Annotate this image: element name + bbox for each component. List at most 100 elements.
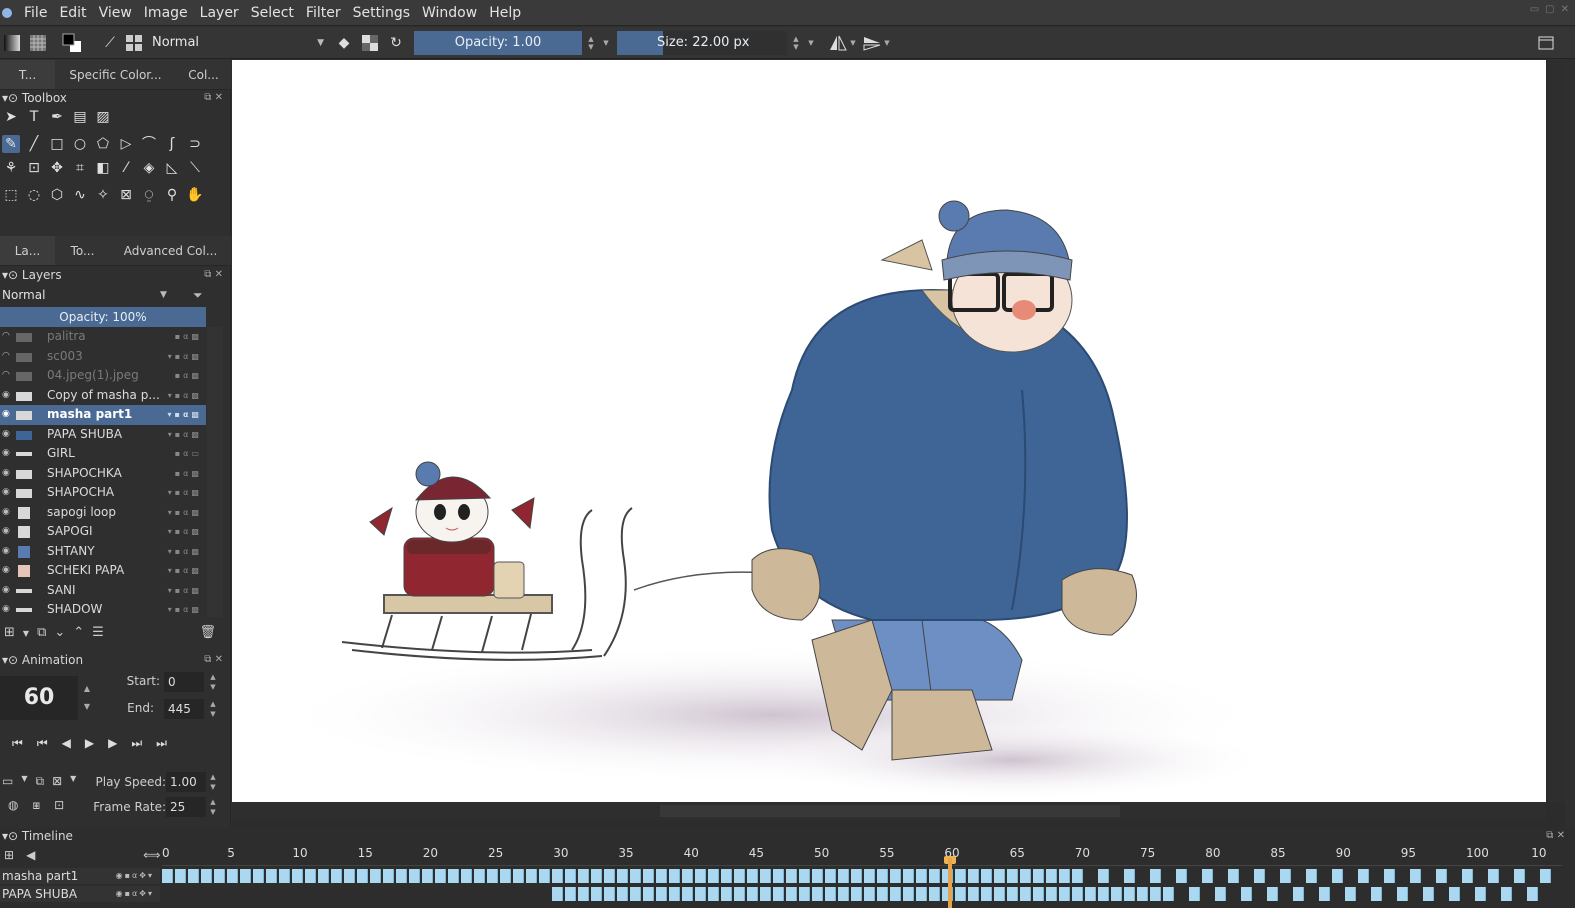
move-layer-up-icon[interactable]: ⌃ — [73, 625, 84, 643]
collapse-icon[interactable]: ▾⊙ — [2, 268, 18, 282]
timeline-frame-cell[interactable] — [903, 869, 914, 883]
track-flags-icon[interactable]: ◉▪α✥▾ — [116, 868, 154, 884]
timeline-frame-cell[interactable] — [695, 869, 706, 883]
bezier-icon[interactable]: ⌒ — [140, 135, 158, 153]
timeline-frame-cell[interactable] — [695, 887, 706, 901]
timeline-frame-cell[interactable] — [760, 887, 771, 901]
menu-edit[interactable]: Edit — [53, 0, 92, 26]
current-frame-field[interactable]: 60 — [0, 676, 78, 720]
timeline-frame-cell[interactable] — [669, 869, 680, 883]
timeline-frame-cell[interactable] — [526, 869, 537, 883]
layer-properties-icon[interactable]: ☰ — [92, 625, 104, 643]
timeline-frame-cell[interactable] — [539, 869, 550, 883]
layer-flags-icon[interactable]: ▾▪α▩ — [168, 581, 202, 601]
timeline-frame-cell[interactable] — [1345, 887, 1356, 901]
auto-key-icon[interactable]: ⊠ — [52, 774, 62, 789]
eraser-icon[interactable]: ◆ — [334, 33, 354, 53]
visibility-icon[interactable]: ◉ — [2, 386, 10, 406]
timeline-frame-cell[interactable] — [617, 887, 628, 901]
timeline-frame-cell[interactable] — [1527, 887, 1538, 901]
next-keyframe-icon[interactable]: ⏭ — [131, 736, 142, 751]
ellipse-select-icon[interactable]: ◌ — [25, 186, 43, 204]
timeline-frame-cell[interactable] — [786, 869, 797, 883]
timeline-frame-cell[interactable] — [955, 887, 966, 901]
timeline-frame-cell[interactable] — [994, 887, 1005, 901]
move-icon[interactable]: ✥ — [48, 159, 66, 177]
polyline-icon[interactable]: ▷ — [117, 135, 135, 153]
chevron-down-icon[interactable]: ▼ — [882, 39, 892, 47]
timeline-frame-cell[interactable] — [773, 869, 784, 883]
timeline-frame-cell[interactable] — [929, 887, 940, 901]
float-close-icon[interactable]: ⧉ ✕ — [204, 90, 223, 106]
layer-flags-icon[interactable]: ▾▪α▩ — [168, 522, 202, 542]
filter-icon[interactable]: ⏷ — [193, 286, 203, 304]
timeline-frame-cell[interactable] — [981, 887, 992, 901]
timeline-frame-cell[interactable] — [968, 887, 979, 901]
timeline-frame-cell[interactable] — [1501, 887, 1512, 901]
tab-tool-options[interactable]: T... — [0, 60, 55, 89]
first-frame-icon[interactable]: ⏮ — [12, 736, 23, 751]
layer-row[interactable]: ◉ SHTANY ▾▪α▩ — [0, 542, 206, 562]
layer-flags-icon[interactable]: ▾▪α▩ — [168, 503, 202, 523]
timeline-frame-cell[interactable] — [929, 869, 940, 883]
canvas-vertical-scrollbar[interactable] — [1548, 60, 1565, 802]
timeline-frame-cell[interactable] — [318, 869, 329, 883]
pattern-swatch-icon[interactable] — [28, 33, 48, 53]
contiguous-select-icon[interactable]: ✧ — [94, 186, 112, 204]
pan-icon[interactable]: ✋ — [186, 186, 204, 204]
timeline-frame-cell[interactable] — [1020, 887, 1031, 901]
layer-opacity-slider[interactable]: Opacity: 100% — [0, 307, 206, 327]
chevron-down-icon[interactable]: ▼ — [806, 39, 816, 47]
layers-scrollbar[interactable] — [207, 327, 223, 617]
gradient-swatch-icon[interactable] — [2, 33, 22, 53]
visibility-icon[interactable]: ◉ — [2, 600, 10, 620]
timeline-frame-cell[interactable] — [851, 869, 862, 883]
timeline-frame-cell[interactable] — [747, 887, 758, 901]
playhead[interactable] — [948, 858, 952, 908]
timeline-frame-cell[interactable] — [162, 869, 173, 883]
end-spin-icon[interactable]: ▲ ▼ — [208, 699, 218, 719]
timeline-frame-cell[interactable] — [357, 869, 368, 883]
start-field[interactable]: 0 — [164, 672, 204, 692]
menu-select[interactable]: Select — [245, 0, 300, 26]
freehand-brush-icon[interactable]: ✎ — [2, 135, 20, 153]
frame-rate-spin-icon[interactable]: ▲ ▼ — [208, 797, 218, 817]
float-close-icon[interactable]: ⧉ ✕ — [1546, 828, 1565, 844]
timeline-frame-cell[interactable] — [552, 887, 563, 901]
timeline-frame-cell[interactable] — [1098, 887, 1109, 901]
preserve-alpha-icon[interactable] — [360, 33, 380, 53]
chevron-down-icon[interactable]: ▼ — [23, 625, 29, 643]
track-flags-icon[interactable]: ◉▪α✥▾ — [116, 886, 154, 902]
timeline-frame-cell[interactable] — [1436, 869, 1447, 883]
onion-skins-icon[interactable]: ◍ — [8, 798, 18, 813]
close-icon[interactable]: ✕ — [1561, 4, 1569, 15]
visibility-off-icon[interactable]: ◠ — [2, 327, 10, 347]
assistant-icon[interactable]: ◺ — [163, 159, 181, 177]
edit-shapes-icon[interactable]: ▤ — [71, 108, 89, 126]
timeline-frame-cell[interactable] — [240, 869, 251, 883]
visibility-icon[interactable]: ◉ — [2, 561, 10, 581]
similar-select-icon[interactable]: ⊠ — [117, 186, 135, 204]
timeline-frame-cell[interactable] — [461, 869, 472, 883]
tab-specific-color[interactable]: Specific Color... — [55, 60, 176, 89]
timeline-frame-cell[interactable] — [669, 887, 680, 901]
layer-row[interactable]: ◉ SHAPOCHKA ▪α▩ — [0, 464, 206, 484]
menu-image[interactable]: Image — [138, 0, 194, 26]
timeline-frame-cell[interactable] — [994, 869, 1005, 883]
keyframe-icon[interactable]: ⧆ — [32, 798, 40, 813]
visibility-icon[interactable]: ◉ — [2, 464, 10, 484]
timeline-frame-cell[interactable] — [1020, 869, 1031, 883]
timeline-frame-cell[interactable] — [903, 887, 914, 901]
previous-frame-icon[interactable]: ◀ — [62, 736, 71, 751]
visibility-icon[interactable]: ◉ — [2, 444, 10, 464]
timeline-frame-cell[interactable] — [916, 869, 927, 883]
timeline-frame-cell[interactable] — [1033, 869, 1044, 883]
timeline-frame-cell[interactable] — [1423, 887, 1434, 901]
timeline-frame-cell[interactable] — [344, 869, 355, 883]
timeline-frame-cell[interactable] — [279, 869, 290, 883]
bezier-select-icon[interactable]: ⍜ — [140, 186, 158, 204]
scrollbar-thumb[interactable] — [660, 805, 1120, 817]
timeline-frame-cell[interactable] — [1033, 887, 1044, 901]
layer-row[interactable]: ◉ Copy of masha p... ▾▪α▩ — [0, 386, 206, 406]
layer-flags-icon[interactable]: ▾▪α▩ — [168, 600, 202, 620]
